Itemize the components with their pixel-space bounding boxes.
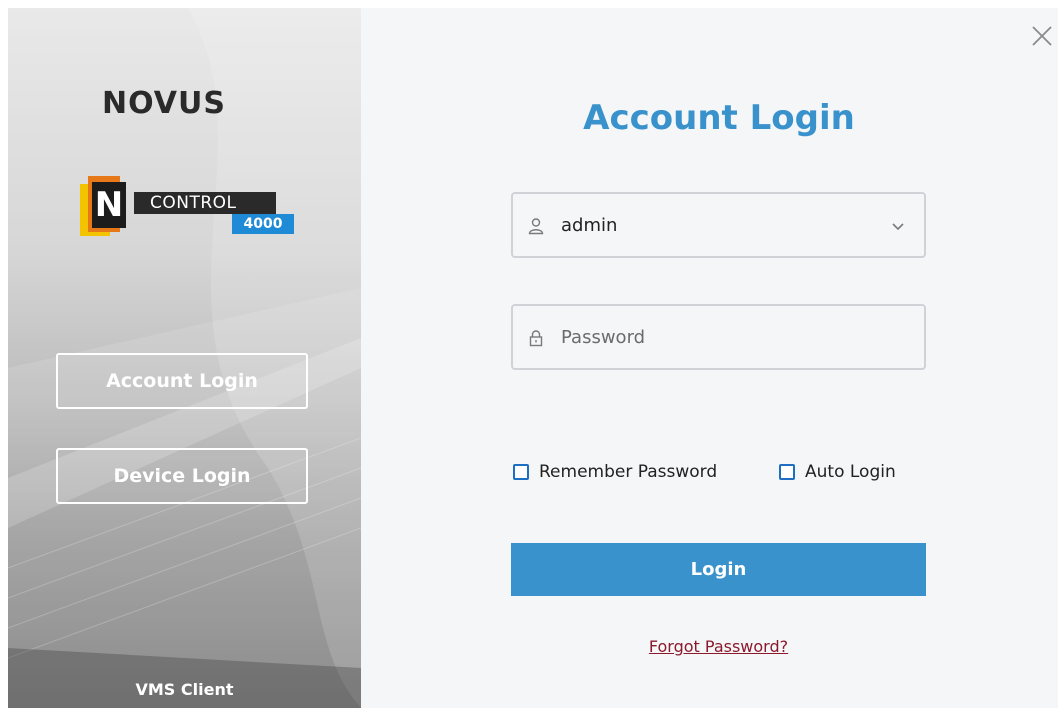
vms-client-label: VMS Client bbox=[135, 680, 234, 699]
remember-password-checkbox[interactable] bbox=[513, 464, 529, 480]
page-title: Account Login bbox=[583, 98, 855, 138]
device-login-tab[interactable]: Device Login bbox=[56, 448, 308, 504]
novus-logo: NOVUS bbox=[102, 86, 226, 121]
lock-icon bbox=[529, 330, 543, 347]
user-icon bbox=[528, 218, 544, 235]
logo-product-number: 4000 bbox=[232, 214, 294, 234]
login-window: NOVUS N CONTROL 4000 Account Login Devic… bbox=[8, 8, 1058, 708]
username-field[interactable] bbox=[511, 192, 926, 258]
remember-password-option[interactable]: Remember Password bbox=[513, 460, 717, 484]
password-input[interactable] bbox=[561, 318, 861, 356]
forgot-password-link[interactable]: Forgot Password? bbox=[511, 637, 926, 656]
brand-panel: NOVUS N CONTROL 4000 Account Login Devic… bbox=[8, 8, 361, 708]
auto-login-label: Auto Login bbox=[805, 462, 896, 482]
logo-mark: N bbox=[92, 182, 126, 228]
auto-login-checkbox[interactable] bbox=[779, 464, 795, 480]
close-icon[interactable] bbox=[1030, 24, 1054, 48]
logo-product-name: CONTROL bbox=[134, 192, 276, 214]
username-input[interactable] bbox=[561, 206, 861, 244]
auto-login-option[interactable]: Auto Login bbox=[779, 460, 896, 484]
ncontrol-logo: N CONTROL 4000 bbox=[76, 170, 296, 250]
chevron-down-icon[interactable] bbox=[889, 217, 907, 235]
account-login-tab[interactable]: Account Login bbox=[56, 353, 308, 409]
remember-password-label: Remember Password bbox=[539, 462, 718, 482]
login-button[interactable]: Login bbox=[511, 543, 926, 596]
password-field[interactable] bbox=[511, 304, 926, 370]
